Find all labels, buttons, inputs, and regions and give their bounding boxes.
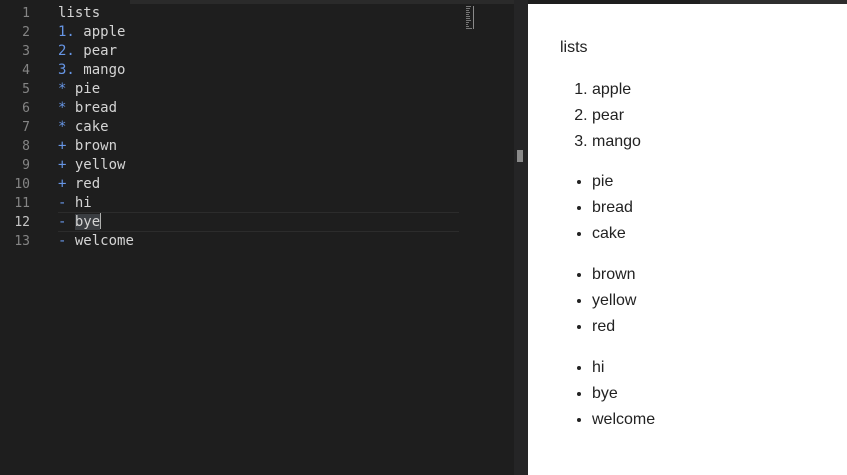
list-marker: - [58, 233, 67, 249]
bullet-list: hi bye welcome [592, 355, 655, 432]
code-text: hi [74, 195, 92, 211]
minimap-scrollbar[interactable] [473, 6, 474, 29]
code-line[interactable]: * cake [58, 118, 109, 137]
code-line[interactable]: lists [58, 4, 100, 23]
list-item: bye [592, 381, 655, 407]
list-item: cake [592, 221, 633, 247]
code-text: brown [74, 138, 118, 154]
code-text: apple [83, 24, 126, 40]
markdown-editor[interactable]: 1 2 3 4 5 6 7 8 9 10 11 12 13 lists 1. a… [0, 0, 514, 475]
list-item: welcome [592, 407, 655, 433]
list-marker: 1. [58, 24, 75, 40]
line-number: 4 [22, 63, 30, 78]
list-item: pear [592, 103, 641, 129]
editor-tab-strip [130, 0, 514, 4]
line-number: 8 [22, 139, 30, 154]
list-item: brown [592, 262, 636, 288]
code-line[interactable]: + red [58, 175, 100, 194]
list-marker: 3. [58, 62, 75, 78]
code-text: pie [74, 81, 101, 97]
drag-handle-icon[interactable] [517, 150, 523, 162]
line-number: 6 [22, 101, 30, 116]
code-text: pear [83, 43, 118, 59]
list-item: bread [592, 195, 633, 221]
list-marker: - [58, 214, 67, 230]
code-text: red [74, 176, 101, 192]
code-line[interactable]: 1. apple [58, 23, 125, 42]
line-number: 5 [22, 82, 30, 97]
code-text: welcome [74, 233, 134, 249]
list-item: apple [592, 77, 641, 103]
list-item: red [592, 314, 636, 340]
list-item: yellow [592, 288, 636, 314]
code-line-active[interactable]: - bye [58, 213, 102, 232]
code-line[interactable]: 2. pear [58, 42, 117, 61]
selected-word: bye [74, 214, 101, 230]
code-text: cake [74, 119, 109, 135]
code-line[interactable]: - welcome [58, 232, 134, 251]
line-number: 1 [22, 6, 30, 21]
line-number: 2 [22, 25, 30, 40]
ordered-list: apple pear mango [592, 77, 641, 154]
code-text: lists [58, 5, 101, 21]
code-text: mango [83, 62, 126, 78]
line-number: 9 [22, 158, 30, 173]
code-text: bread [74, 100, 118, 116]
line-number: 13 [14, 234, 30, 249]
list-item: hi [592, 355, 655, 381]
list-item: pie [592, 169, 633, 195]
code-line[interactable]: + yellow [58, 156, 125, 175]
list-marker: * [58, 119, 67, 135]
list-marker: * [58, 100, 67, 116]
list-marker: - [58, 195, 67, 211]
code-line[interactable]: * pie [58, 80, 100, 99]
markdown-preview: lists apple pear mango pie bread cake br… [528, 4, 847, 475]
list-marker: * [58, 81, 67, 97]
list-marker: + [58, 138, 67, 154]
bullet-list: pie bread cake [592, 169, 633, 246]
current-line-highlight [58, 212, 459, 232]
line-number: 10 [14, 177, 30, 192]
list-marker: + [58, 176, 67, 192]
line-number-active: 12 [14, 215, 30, 230]
code-line[interactable]: - hi [58, 194, 92, 213]
code-line[interactable]: * bread [58, 99, 117, 118]
list-marker: 2. [58, 43, 75, 59]
list-marker: + [58, 157, 67, 173]
code-line[interactable]: 3. mango [58, 61, 125, 80]
preview-paragraph: lists [560, 39, 588, 56]
code-line[interactable]: + brown [58, 137, 117, 156]
pane-splitter[interactable] [514, 0, 528, 475]
list-item: mango [592, 129, 641, 155]
line-number: 7 [22, 120, 30, 135]
code-text: yellow [74, 157, 126, 173]
line-number: 3 [22, 44, 30, 59]
text-cursor [100, 213, 102, 229]
line-number: 11 [14, 196, 30, 211]
bullet-list: brown yellow red [592, 262, 636, 339]
